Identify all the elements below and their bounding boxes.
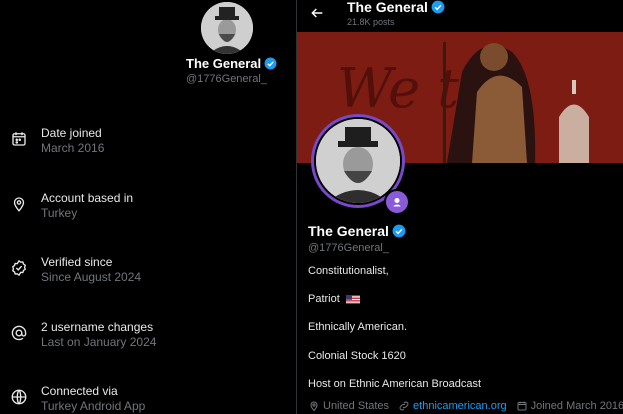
subscription-badge-icon	[384, 189, 410, 215]
website-link[interactable]: ethnicamerican.org	[413, 400, 507, 412]
verified-check-icon	[11, 259, 27, 277]
info-row-verified-since: Verified since Since August 2024	[10, 255, 141, 285]
info-row-username-changes: 2 username changes Last on January 2024	[10, 320, 156, 350]
profile-name: The General	[308, 223, 406, 239]
at-sign-icon	[11, 325, 27, 341]
bio-line: Colonial Stock 1620	[308, 350, 406, 362]
joined-item: Joined March 2016	[516, 400, 623, 412]
about-account-panel: The General @1776General_ Date joined Ma…	[0, 0, 296, 414]
bio-line: Host on Ethnic American Broadcast	[308, 378, 482, 390]
verified-badge-icon	[392, 224, 406, 238]
verified-badge-icon	[264, 57, 277, 70]
account-name: The General	[186, 56, 277, 71]
info-row-date-joined: Date joined March 2016	[10, 126, 104, 156]
header-name: The General	[347, 0, 445, 15]
bio-line: Constitutionalist,	[308, 265, 389, 277]
post-count: 21.8K posts	[347, 17, 395, 27]
profile-header: The General 21.8K posts	[297, 0, 623, 32]
location-item: United States	[308, 400, 389, 412]
bio-line: Patriot	[308, 293, 360, 305]
link-icon	[399, 401, 409, 411]
profile-meta: United States ethnicamerican.org Joined …	[308, 400, 623, 412]
account-handle: @1776General_	[186, 73, 267, 85]
bio-line: Ethnically American.	[308, 321, 408, 333]
back-arrow-icon[interactable]	[309, 5, 325, 21]
us-flag-icon	[345, 294, 360, 304]
avatar[interactable]	[201, 2, 253, 54]
globe-icon	[11, 389, 27, 405]
calendar-icon	[517, 401, 527, 411]
info-row-account-based-in: Account based in Turkey	[10, 191, 133, 221]
calendar-icon	[12, 132, 26, 146]
profile-column: The General 21.8K posts We the The Gener…	[297, 0, 623, 414]
info-row-connected-via: Connected via Turkey Android App	[10, 384, 145, 414]
website-item[interactable]: ethnicamerican.org	[398, 400, 507, 412]
location-pin-icon	[310, 401, 318, 412]
location-pin-icon	[13, 197, 25, 212]
profile-handle: @1776General_	[308, 242, 389, 254]
verified-badge-icon	[431, 0, 445, 14]
